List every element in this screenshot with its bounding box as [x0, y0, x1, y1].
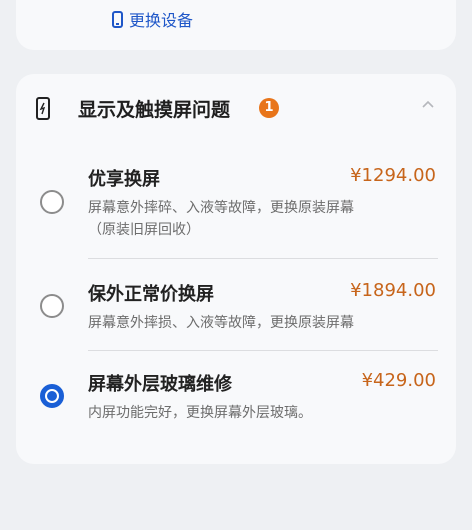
issue-section-title: 显示及触摸屏问题 [78, 99, 231, 121]
change-device-label: 更换设备 [129, 11, 194, 30]
issue-card: 显示及触摸屏问题 1 优享换屏 ¥1294.00 屏幕意外摔碎、入液等故障，更换… [16, 74, 456, 464]
change-device-button[interactable]: 更换设备 [112, 6, 193, 32]
top-card: 更换设备 [16, 0, 456, 50]
chevron-up-icon[interactable] [422, 99, 434, 111]
radio-option-2[interactable] [40, 294, 64, 318]
repair-option-3[interactable]: 屏幕外层玻璃维修 ¥429.00 内屏功能完好，更换屏幕外层玻璃。 [16, 364, 456, 434]
option-description-line: 屏幕意外摔碎、入液等故障，更换原装屏幕 [88, 200, 354, 216]
divider [88, 258, 438, 259]
option-description: 内屏功能完好，更换屏幕外层玻璃。 [88, 405, 312, 421]
repair-option-1[interactable]: 优享换屏 ¥1294.00 屏幕意外摔碎、入液等故障，更换原装屏幕 （原装旧屏回… [16, 162, 456, 258]
option-description: 屏幕意外摔碎、入液等故障，更换原装屏幕 （原装旧屏回收） [88, 197, 438, 241]
count-badge: 1 [259, 98, 279, 118]
radio-option-1[interactable] [40, 190, 64, 214]
option-description: 屏幕意外摔损、入液等故障，更换原装屏幕 [88, 315, 354, 331]
option-title: 屏幕外层玻璃维修 [88, 374, 232, 395]
device-icon [112, 10, 123, 28]
divider [88, 350, 438, 351]
phone-icon [36, 97, 50, 120]
repair-option-2[interactable]: 保外正常价换屏 ¥1894.00 屏幕意外摔损、入液等故障，更换原装屏幕 [16, 274, 456, 346]
issue-section-header[interactable]: 显示及触摸屏问题 1 [16, 74, 456, 142]
option-title: 优享换屏 [88, 169, 160, 190]
radio-option-3[interactable] [40, 384, 64, 408]
option-description-line: （原装旧屏回收） [88, 222, 200, 238]
option-price: ¥1894.00 [350, 280, 436, 301]
option-title: 保外正常价换屏 [88, 284, 214, 305]
option-price: ¥1294.00 [350, 165, 436, 186]
option-price: ¥429.00 [361, 370, 436, 391]
